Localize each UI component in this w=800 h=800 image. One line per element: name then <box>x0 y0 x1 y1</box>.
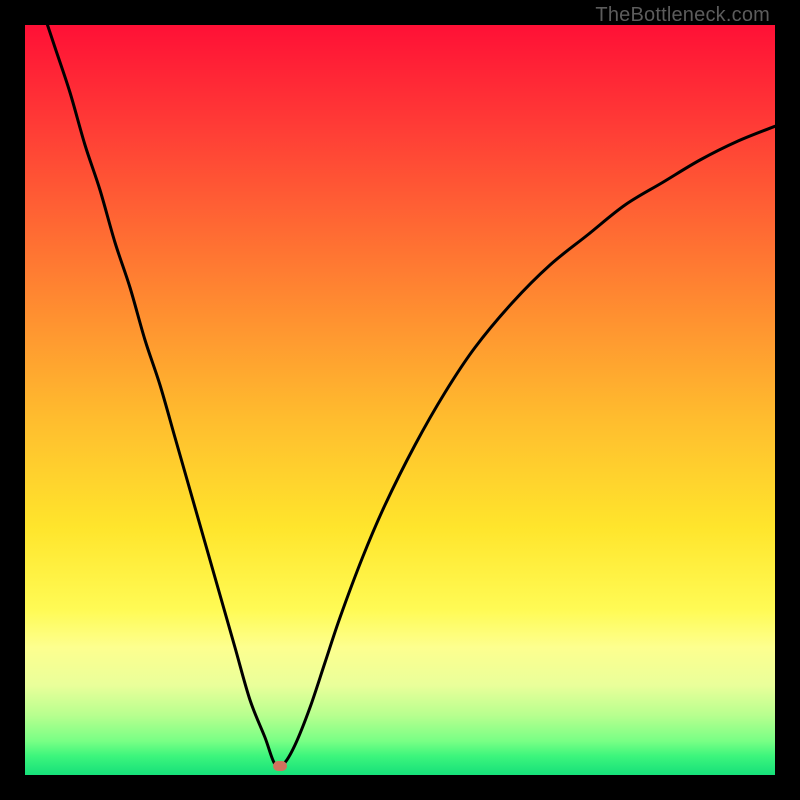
plot-area <box>25 25 775 775</box>
optimal-point-marker <box>273 761 287 771</box>
chart-frame: TheBottleneck.com <box>0 0 800 800</box>
bottleneck-curve <box>25 25 775 775</box>
watermark-text: TheBottleneck.com <box>595 4 770 27</box>
